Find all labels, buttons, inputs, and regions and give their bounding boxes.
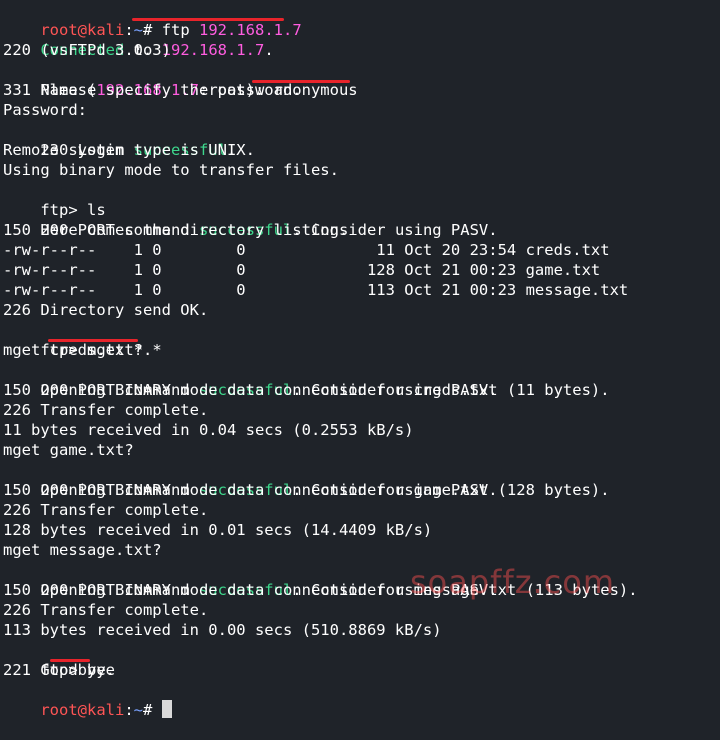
annotation-underline (252, 80, 350, 83)
shell-prompt-line[interactable]: root@kali:~# (3, 680, 172, 719)
ftp-prompt-line-mget: ftp> mget *.* (3, 320, 161, 359)
port-line: 200 PORT command successful. Consider us… (3, 360, 497, 399)
annotation-underline (132, 18, 284, 21)
dir-listing-line: 150 Here comes the directory listing. (3, 221, 349, 239)
connected-end: . (264, 41, 274, 59)
connected-line: Connected to 192.168.1.7. (3, 20, 273, 59)
mget-query-line: mget game.txt? (3, 441, 134, 459)
ftp-prompt-line-ls: ftp> ls (3, 180, 105, 219)
listing-row: -rw-r--r-- 1 0 0 128 Oct 21 00:23 game.t… (3, 261, 601, 279)
transfer-complete-line: 226 Transfer complete. (3, 601, 209, 619)
terminal-window[interactable]: root@kali:~# ftp 192.168.1.7 Connected t… (0, 0, 720, 719)
goodbye-line: 221 Goodbye. (3, 661, 115, 679)
connected-ip: 192.168.1.7 (161, 41, 265, 59)
port-line: 200 PORT command successful. Consider us… (3, 200, 497, 239)
login-line: 230 Login successful. (3, 120, 236, 159)
password-required-line: 331 Please specify the password. (3, 81, 302, 99)
password-line: Password: (3, 101, 87, 119)
annotation-underline (48, 339, 138, 342)
mget-query-line: mget message.txt? (3, 541, 162, 559)
transfer-complete-line: 226 Transfer complete. (3, 501, 209, 519)
ftp-prompt-line-bye: ftp> bye (3, 640, 115, 679)
opening-line: 150 Opening BINARY mode data connection … (3, 381, 610, 399)
dir-ok-line: 226 Directory send OK. (3, 301, 209, 319)
shell-prompt-line: root@kali:~# ftp 192.168.1.7 (3, 0, 301, 39)
bytes-received-line: 128 bytes received in 0.01 secs (14.4409… (3, 521, 433, 539)
annotation-underline (50, 659, 90, 662)
listing-row: -rw-r--r-- 1 0 0 113 Oct 21 00:23 messag… (3, 281, 629, 299)
bytes-received-line: 11 bytes received in 0.04 secs (0.2553 k… (3, 421, 414, 439)
name-prompt-line: Name (192.168.1.7:root): anonymous (3, 60, 357, 99)
remote-system-line: Remote system type is UNIX. (3, 141, 255, 159)
banner-line: 220 (vsFTPd 3.0.3) (3, 41, 171, 59)
watermark: soapffz.com (410, 563, 616, 601)
text-cursor[interactable] (161, 700, 172, 718)
transfer-complete-line: 226 Transfer complete. (3, 401, 209, 419)
bytes-received-line: 113 bytes received in 0.00 secs (510.886… (3, 621, 442, 639)
binary-mode-line: Using binary mode to transfer files. (3, 161, 339, 179)
listing-row: -rw-r--r-- 1 0 0 11 Oct 20 23:54 creds.t… (3, 241, 610, 259)
opening-line: 150 Opening BINARY mode data connection … (3, 481, 610, 499)
mget-query-line: mget creds.txt? (3, 341, 143, 359)
port-line: 200 PORT command successful. Consider us… (3, 460, 497, 499)
